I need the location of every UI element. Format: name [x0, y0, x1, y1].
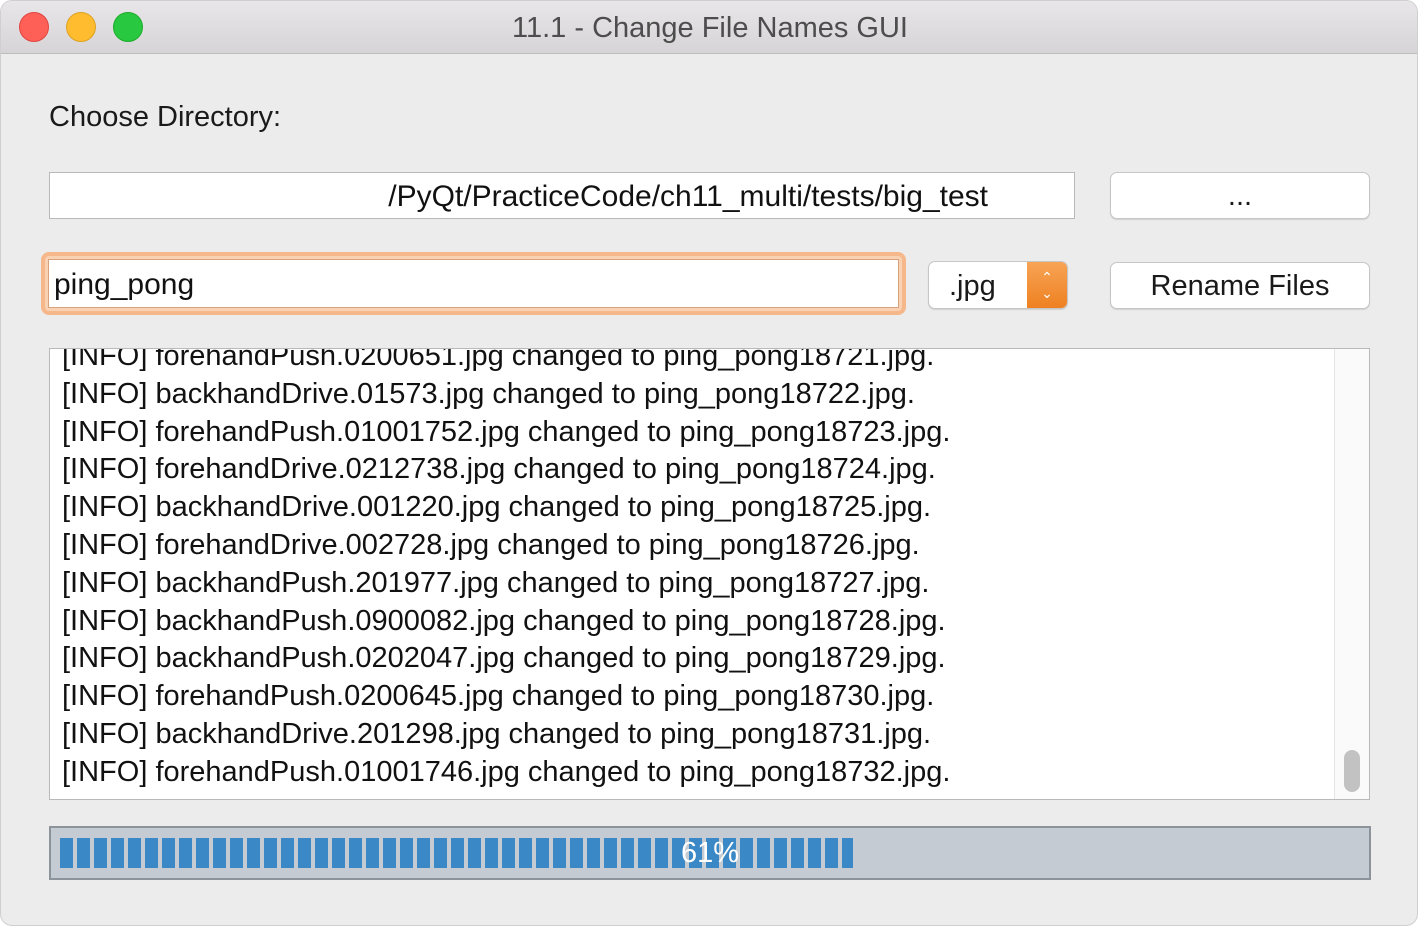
- log-line: [INFO] backhandPush.0900082.jpg changed …: [62, 604, 946, 637]
- log-line: [INFO] backhandDrive.01573.jpg changed t…: [62, 377, 915, 410]
- progress-percentage: 61%: [680, 837, 740, 869]
- directory-path-field[interactable]: /PyQt/PracticeCode/ch11_multi/tests/big_…: [49, 172, 1075, 219]
- browse-directory-button[interactable]: ...: [1110, 172, 1370, 219]
- new-name-input[interactable]: ping_pong: [48, 259, 899, 308]
- extension-selected-value: .jpg: [949, 270, 996, 302]
- log-line: [INFO] forehandPush.01001746.jpg changed…: [62, 755, 951, 788]
- log-line: [INFO] forehandPush.0200651.jpg changed …: [62, 348, 935, 372]
- extension-select[interactable]: .jpg ⌃ ⌄: [928, 261, 1068, 309]
- choose-directory-label: Choose Directory:: [49, 101, 282, 133]
- log-line: [INFO] backhandPush.201977.jpg changed t…: [62, 566, 930, 599]
- app-window: 11.1 - Change File Names GUI Choose Dire…: [0, 0, 1418, 926]
- log-line: [INFO] backhandPush.0202047.jpg changed …: [62, 642, 946, 675]
- window-title: 11.1 - Change File Names GUI: [512, 12, 908, 44]
- log-output-area[interactable]: [INFO] forehandPush.0200651.jpg changed …: [49, 348, 1370, 800]
- log-line: [INFO] backhandDrive.201298.jpg changed …: [62, 717, 932, 750]
- title-bar: 11.1 - Change File Names GUI: [1, 1, 1417, 54]
- log-line: [INFO] forehandDrive.0212738.jpg changed…: [62, 453, 936, 486]
- log-lines-list: [INFO] forehandPush.0200651.jpg changed …: [62, 348, 951, 792]
- progress-bar: 61%: [49, 826, 1371, 880]
- log-scrollbar[interactable]: [1334, 349, 1369, 799]
- log-line: [INFO] forehandPush.0200645.jpg changed …: [62, 680, 935, 713]
- rename-files-button[interactable]: Rename Files: [1110, 262, 1370, 309]
- log-scrollbar-thumb[interactable]: [1344, 750, 1360, 792]
- select-stepper-icon: ⌃ ⌄: [1027, 262, 1067, 308]
- log-line: [INFO] forehandPush.01001752.jpg changed…: [62, 415, 951, 448]
- log-line: [INFO] backhandDrive.001220.jpg changed …: [62, 491, 932, 524]
- chevron-up-icon: ⌃: [1041, 270, 1053, 286]
- log-line: [INFO] forehandDrive.002728.jpg changed …: [62, 528, 920, 561]
- chevron-down-icon: ⌄: [1041, 286, 1053, 302]
